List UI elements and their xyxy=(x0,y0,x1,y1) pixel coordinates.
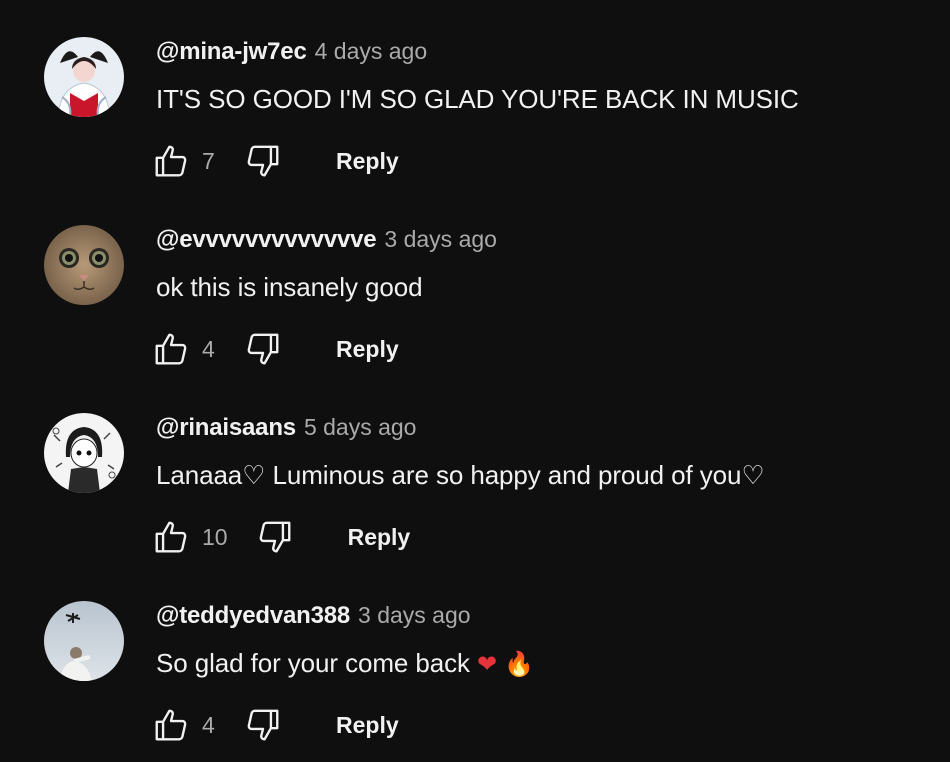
comment-header: @mina-jw7ec 4 days ago xyxy=(156,38,427,72)
thumbs-down-icon xyxy=(247,709,279,741)
like-button[interactable] xyxy=(152,518,190,556)
thumbs-down-icon xyxy=(259,521,291,553)
comment-actions: 10 Reply xyxy=(152,517,410,557)
avatar-cat-image xyxy=(44,225,124,305)
thumbs-down-icon xyxy=(247,145,279,177)
fire-emoji: 🔥 xyxy=(504,650,534,678)
comment-actions: 7 Reply xyxy=(152,141,399,181)
reply-button[interactable]: Reply xyxy=(336,148,399,175)
thumbs-down-icon xyxy=(247,333,279,365)
reply-button[interactable]: Reply xyxy=(336,336,399,363)
comment-header: @rinaisaans 5 days ago xyxy=(156,414,416,448)
thumbs-up-icon xyxy=(155,333,187,365)
like-button[interactable] xyxy=(152,142,190,180)
avatar[interactable] xyxy=(44,37,124,117)
author-name[interactable]: @rinaisaans xyxy=(156,414,296,442)
avatar-sky-image xyxy=(44,601,124,681)
author-name[interactable]: @teddyedvan388 xyxy=(156,602,350,630)
avatar[interactable] xyxy=(44,413,124,493)
comment-item: @mina-jw7ec 4 days ago IT'S SO GOOD I'M … xyxy=(0,0,950,188)
like-count: 10 xyxy=(202,523,228,550)
comment-timestamp[interactable]: 3 days ago xyxy=(358,602,471,629)
comment-actions: 4 Reply xyxy=(152,329,399,369)
thumbs-up-icon xyxy=(155,145,187,177)
comment-item: @rinaisaans 5 days ago Lanaaa♡ Luminous … xyxy=(0,376,950,564)
comment-header: @teddyedvan388 3 days ago xyxy=(156,602,471,636)
author-name[interactable]: @evvvvvvvvvvvvve xyxy=(156,226,377,254)
comment-text: IT'S SO GOOD I'M SO GLAD YOU'RE BACK IN … xyxy=(156,84,799,114)
comment-item: @teddyedvan388 3 days ago So glad for yo… xyxy=(0,564,950,752)
comment-timestamp[interactable]: 4 days ago xyxy=(315,38,428,65)
dislike-button[interactable] xyxy=(256,518,294,556)
dislike-button[interactable] xyxy=(244,330,282,368)
dislike-button[interactable] xyxy=(244,142,282,180)
like-count: 7 xyxy=(202,147,215,174)
reply-button[interactable]: Reply xyxy=(336,712,399,739)
like-count: 4 xyxy=(202,711,215,738)
avatar-anime-image xyxy=(44,413,124,493)
reply-button[interactable]: Reply xyxy=(348,524,411,551)
comment-timestamp[interactable]: 5 days ago xyxy=(304,414,417,441)
comment-header: @evvvvvvvvvvvvve 3 days ago xyxy=(156,226,497,260)
comment-text-body: So glad for your come back xyxy=(156,648,470,678)
avatar-mina-image xyxy=(44,37,124,117)
thumbs-up-icon xyxy=(155,521,187,553)
avatar[interactable] xyxy=(44,225,124,305)
like-button[interactable] xyxy=(152,706,190,744)
thumbs-up-icon xyxy=(155,709,187,741)
heart-emoji: ❤ xyxy=(477,650,498,678)
like-count: 4 xyxy=(202,335,215,362)
comment-text: ok this is insanely good xyxy=(156,272,423,302)
comment-timestamp[interactable]: 3 days ago xyxy=(384,226,497,253)
comment-item: @evvvvvvvvvvvvve 3 days ago ok this is i… xyxy=(0,188,950,376)
author-name[interactable]: @mina-jw7ec xyxy=(156,38,307,66)
avatar[interactable] xyxy=(44,601,124,681)
comment-text: So glad for your come back ❤ 🔥 xyxy=(156,648,534,679)
comment-text: Lanaaa♡ Luminous are so happy and proud … xyxy=(156,460,765,490)
dislike-button[interactable] xyxy=(244,706,282,744)
comment-actions: 4 Reply xyxy=(152,705,399,745)
like-button[interactable] xyxy=(152,330,190,368)
